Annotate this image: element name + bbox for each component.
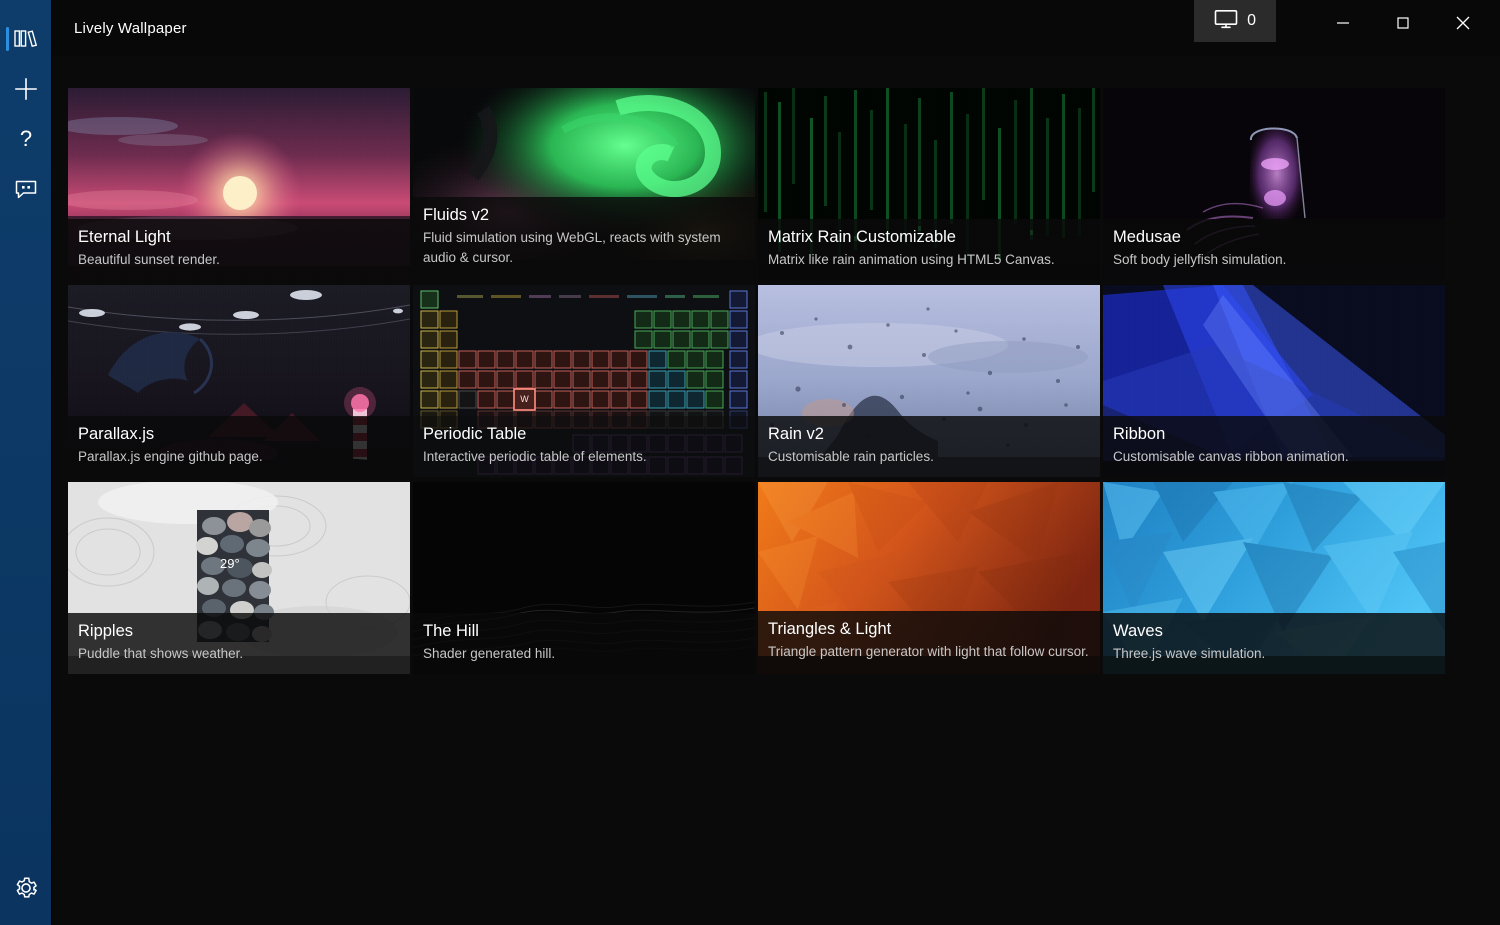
card-title: Triangles & Light [768,620,892,639]
card-title: Medusae [1113,228,1181,247]
card-description: Puddle that shows weather. [78,646,244,662]
library-content: Eternal Light Beautiful sunset render. F… [52,56,1500,925]
card-title: The Hill [423,622,479,641]
card-caption: Periodic Table Interactive periodic tabl… [413,416,755,477]
card-title: Waves [1113,622,1163,641]
titlebar: Lively Wallpaper 0 [52,0,1500,56]
wallpaper-card[interactable]: Waves Three.js wave simulation. [1103,482,1445,674]
sidebar-item-library[interactable] [0,14,52,64]
gear-icon [13,875,39,901]
card-description: Three.js wave simulation. [1113,646,1266,662]
monitor-icon [1214,9,1238,34]
card-description: Soft body jellyfish simulation. [1113,252,1287,268]
sidebar-item-help[interactable]: ? [0,114,52,164]
ripples-temperature: 29° [220,556,240,571]
wallpaper-card[interactable]: Matrix Rain Customizable Matrix like rai… [758,88,1100,280]
sidebar-item-feedback[interactable] [0,164,52,214]
card-description: Interactive periodic table of elements. [423,449,647,465]
wallpaper-card[interactable]: Parallax.js Parallax.js engine github pa… [68,285,410,477]
card-title: Fluids v2 [423,206,490,225]
card-caption: Fluids v2 Fluid simulation using WebGL, … [413,197,755,280]
card-title: Matrix Rain Customizable [768,228,956,247]
wallpaper-card[interactable]: Ribbon Customisable canvas ribbon animat… [1103,285,1445,477]
plus-icon [13,76,39,102]
card-description: Fluid simulation using WebGL, reacts wit… [423,230,721,266]
card-description: Customisable rain particles. [768,449,934,465]
wallpaper-card[interactable]: W Periodic Table Interactive periodic ta… [413,285,755,477]
minimize-button[interactable] [1320,0,1366,46]
card-caption: Parallax.js Parallax.js engine github pa… [68,416,410,477]
card-description: Customisable canvas ribbon animation. [1113,449,1349,465]
card-title: Parallax.js [78,425,155,444]
screen-count-button[interactable]: 0 [1194,0,1276,42]
wallpaper-card[interactable]: The Hill Shader generated hill. [413,482,755,674]
card-title: Periodic Table [423,425,527,444]
wallpaper-card[interactable]: Rain v2 Customisable rain particles. [758,285,1100,477]
wallpaper-card[interactable]: Eternal Light Beautiful sunset render. [68,88,410,280]
card-description: Shader generated hill. [423,646,556,662]
card-description: Matrix like rain animation using HTML5 C… [768,252,1055,268]
screen-count-value: 0 [1247,12,1256,29]
wallpaper-card[interactable]: Fluids v2 Fluid simulation using WebGL, … [413,88,755,280]
wallpaper-card[interactable]: 29° Ripples Puddle that shows weather. [68,482,410,674]
sidebar-item-settings[interactable] [0,863,52,913]
app-title: Lively Wallpaper [74,19,187,37]
card-description: Beautiful sunset render. [78,252,220,268]
maximize-button[interactable] [1380,0,1426,46]
close-icon [1456,16,1470,30]
main-area: Lively Wallpaper 0 Eternal Light Beautif… [52,0,1500,925]
card-caption: Rain v2 Customisable rain particles. [758,416,1100,477]
card-caption: Ripples Puddle that shows weather. [68,613,410,674]
card-caption: Matrix Rain Customizable Matrix like rai… [758,219,1100,280]
minimize-icon [1337,22,1349,24]
wallpaper-grid: Eternal Light Beautiful sunset render. F… [68,88,1460,674]
chat-bubble-icon [13,177,39,201]
question-mark-icon: ? [13,126,39,152]
maximize-icon [1397,17,1409,29]
svg-text:W: W [520,394,529,404]
wallpaper-card[interactable]: Triangles & Light Triangle pattern gener… [758,482,1100,674]
card-caption: Triangles & Light Triangle pattern gener… [758,611,1100,674]
card-title: Eternal Light [78,228,171,247]
card-title: Rain v2 [768,425,824,444]
card-title: Ribbon [1113,425,1166,444]
sidebar-item-add[interactable] [0,64,52,114]
card-caption: Medusae Soft body jellyfish simulation. [1103,219,1445,280]
lively-wallpaper-window: ? Lively Wallpaper 0 Eternal Light Beaut… [0,0,1500,925]
card-caption: Waves Three.js wave simulation. [1103,613,1445,674]
card-description: Parallax.js engine github page. [78,449,263,465]
card-title: Ripples [78,622,134,641]
card-caption: Ribbon Customisable canvas ribbon animat… [1103,416,1445,477]
card-caption: The Hill Shader generated hill. [413,613,755,674]
wallpaper-card[interactable]: Medusae Soft body jellyfish simulation. [1103,88,1445,280]
window-controls: 0 [1194,0,1500,56]
close-button[interactable] [1440,0,1486,46]
library-books-icon [13,28,39,50]
card-caption: Eternal Light Beautiful sunset render. [68,219,410,280]
sidebar: ? [0,0,52,925]
svg-text:?: ? [19,126,31,151]
card-description: Triangle pattern generator with light th… [768,644,1089,660]
